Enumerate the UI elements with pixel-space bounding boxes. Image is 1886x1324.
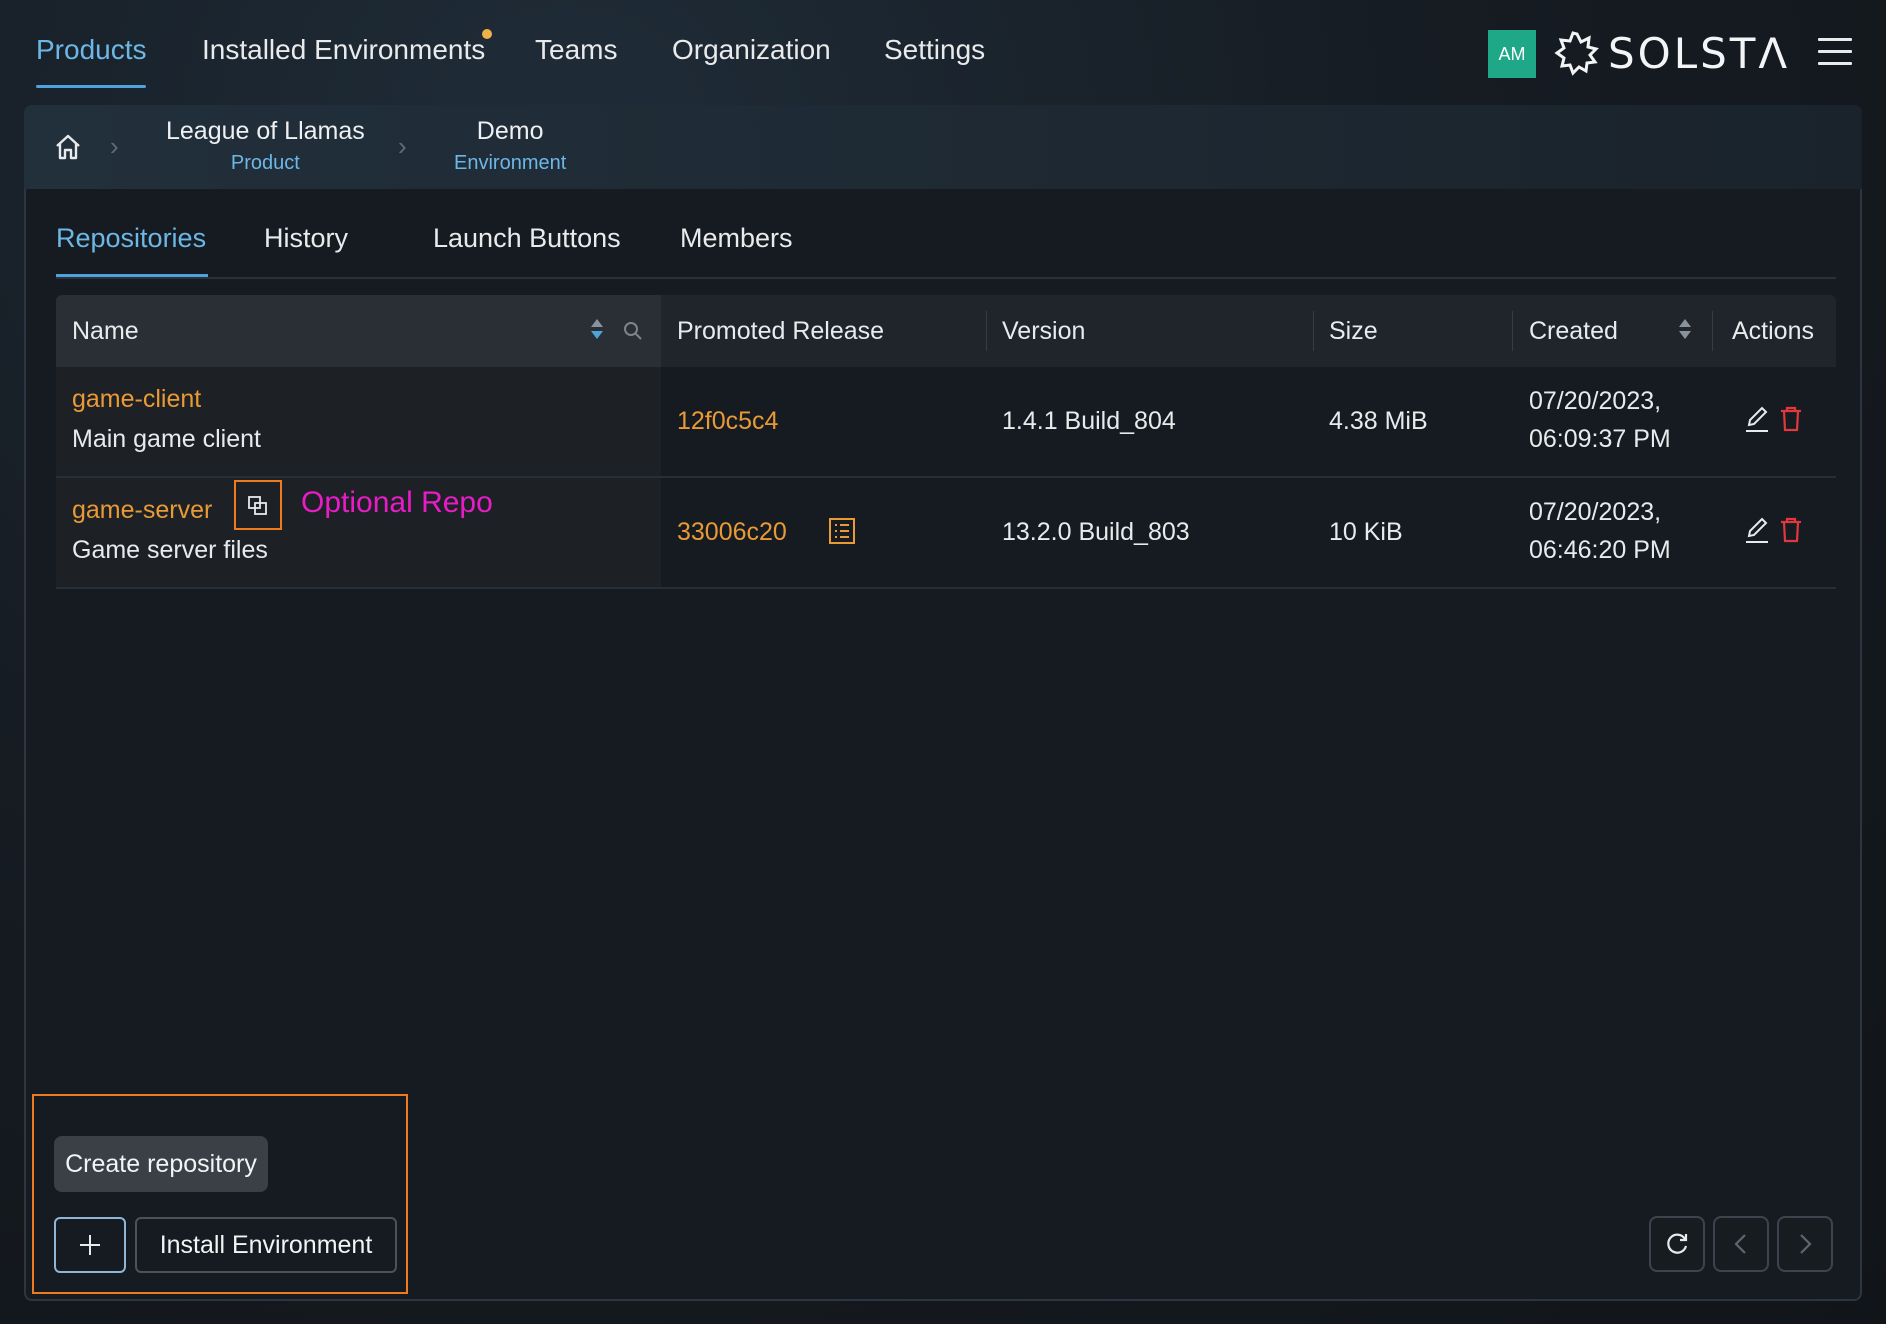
version-value: 1.4.1 Build_804 (1002, 407, 1176, 435)
nav-organization[interactable]: Organization (672, 34, 831, 66)
tab-members[interactable]: Members (680, 223, 793, 254)
home-icon[interactable] (52, 131, 84, 163)
nav-settings[interactable]: Settings (884, 34, 985, 66)
chevron-right-icon: › (398, 131, 407, 161)
breadcrumb: › League of Llamas Product › Demo Enviro… (24, 105, 1862, 189)
edit-icon[interactable] (1744, 405, 1770, 433)
size-value: 4.38 MiB (1329, 407, 1428, 435)
repo-description: Main game client (72, 425, 261, 453)
trash-icon[interactable] (1778, 405, 1804, 433)
created-time: 06:09:37 PM (1529, 425, 1671, 453)
previous-page-button[interactable] (1713, 1216, 1769, 1272)
table-row[interactable]: game-server Optional Repo Game server fi… (56, 478, 1836, 589)
sort-icon[interactable] (590, 317, 604, 341)
column-version: Version (1002, 317, 1086, 345)
refresh-button[interactable] (1649, 1216, 1705, 1272)
column-name: Name (72, 317, 139, 345)
nav-installed-environments[interactable]: Installed Environments (202, 34, 485, 66)
breadcrumb-product-subtitle: Product (230, 152, 300, 174)
table-header: Name Promoted Release Version Size Creat… (56, 295, 1836, 367)
edit-icon[interactable] (1744, 516, 1770, 544)
solsta-logo: SOLSTΛ (1554, 28, 1790, 78)
promoted-release-link[interactable]: 12f0c5c4 (677, 407, 778, 436)
logo-burst-icon (1554, 31, 1599, 76)
nav-products[interactable]: Products (36, 34, 147, 66)
column-size: Size (1329, 317, 1378, 345)
install-environment-button[interactable]: Install Environment (135, 1217, 397, 1273)
chevron-right-icon (1800, 1234, 1812, 1254)
tab-active-underline (56, 274, 208, 277)
column-actions: Actions (1732, 317, 1814, 345)
chevron-left-icon (1734, 1234, 1746, 1254)
breadcrumb-environment-subtitle: Environment (454, 152, 567, 174)
created-date: 07/20/2023, (1529, 498, 1662, 526)
created-time: 06:46:20 PM (1529, 536, 1671, 564)
chevron-right-icon: › (110, 131, 119, 161)
repo-name-link[interactable]: game-server (72, 496, 212, 525)
top-navigation: Products Installed Environments Teams Or… (0, 0, 1886, 100)
size-value: 10 KiB (1329, 518, 1403, 546)
plus-icon (80, 1235, 100, 1255)
column-created: Created (1529, 317, 1618, 345)
optional-repo-icon[interactable] (247, 495, 269, 517)
search-icon[interactable] (623, 321, 643, 341)
tab-history[interactable]: History (264, 223, 348, 254)
sort-icon[interactable] (1678, 317, 1692, 341)
breadcrumb-product[interactable]: League of Llamas Product (166, 117, 365, 175)
repo-name-link[interactable]: game-client (72, 385, 201, 414)
created-value: 07/20/2023, 06:09:37 PM (1529, 382, 1671, 458)
menu-icon[interactable] (1818, 38, 1852, 68)
avatar[interactable]: AM (1488, 30, 1536, 78)
breadcrumb-environment-title: Demo (476, 117, 544, 145)
tab-bar: Repositories History Launch Buttons Memb… (56, 189, 1836, 279)
version-value: 13.2.0 Build_803 (1002, 518, 1190, 546)
logo-text: SOLSTΛ (1608, 28, 1791, 78)
created-value: 07/20/2023, 06:46:20 PM (1529, 493, 1671, 569)
created-date: 07/20/2023, (1529, 387, 1662, 415)
next-page-button[interactable] (1777, 1216, 1833, 1272)
release-notes-icon[interactable] (828, 517, 856, 545)
create-repository-button[interactable]: Create repository (54, 1136, 268, 1192)
avatar-initials: AM (1498, 43, 1526, 64)
tab-launch-buttons[interactable]: Launch Buttons (433, 223, 621, 254)
refresh-icon (1667, 1233, 1688, 1254)
breadcrumb-product-title: League of Llamas (166, 117, 365, 145)
promoted-release-link[interactable]: 33006c20 (677, 518, 787, 547)
breadcrumb-environment[interactable]: Demo Environment (454, 117, 566, 175)
repo-description: Game server files (72, 536, 268, 564)
table-row[interactable]: game-client Main game client 12f0c5c4 1.… (56, 367, 1836, 478)
repositories-table: Name Promoted Release Version Size Creat… (56, 295, 1836, 589)
notification-dot (482, 29, 492, 39)
tab-repositories[interactable]: Repositories (56, 223, 206, 254)
add-button[interactable] (54, 1217, 126, 1273)
trash-icon[interactable] (1778, 516, 1804, 544)
optional-repo-annotation: Optional Repo (301, 486, 493, 519)
column-promoted-release: Promoted Release (677, 317, 885, 345)
nav-teams[interactable]: Teams (535, 34, 617, 66)
nav-active-underline (36, 85, 146, 88)
